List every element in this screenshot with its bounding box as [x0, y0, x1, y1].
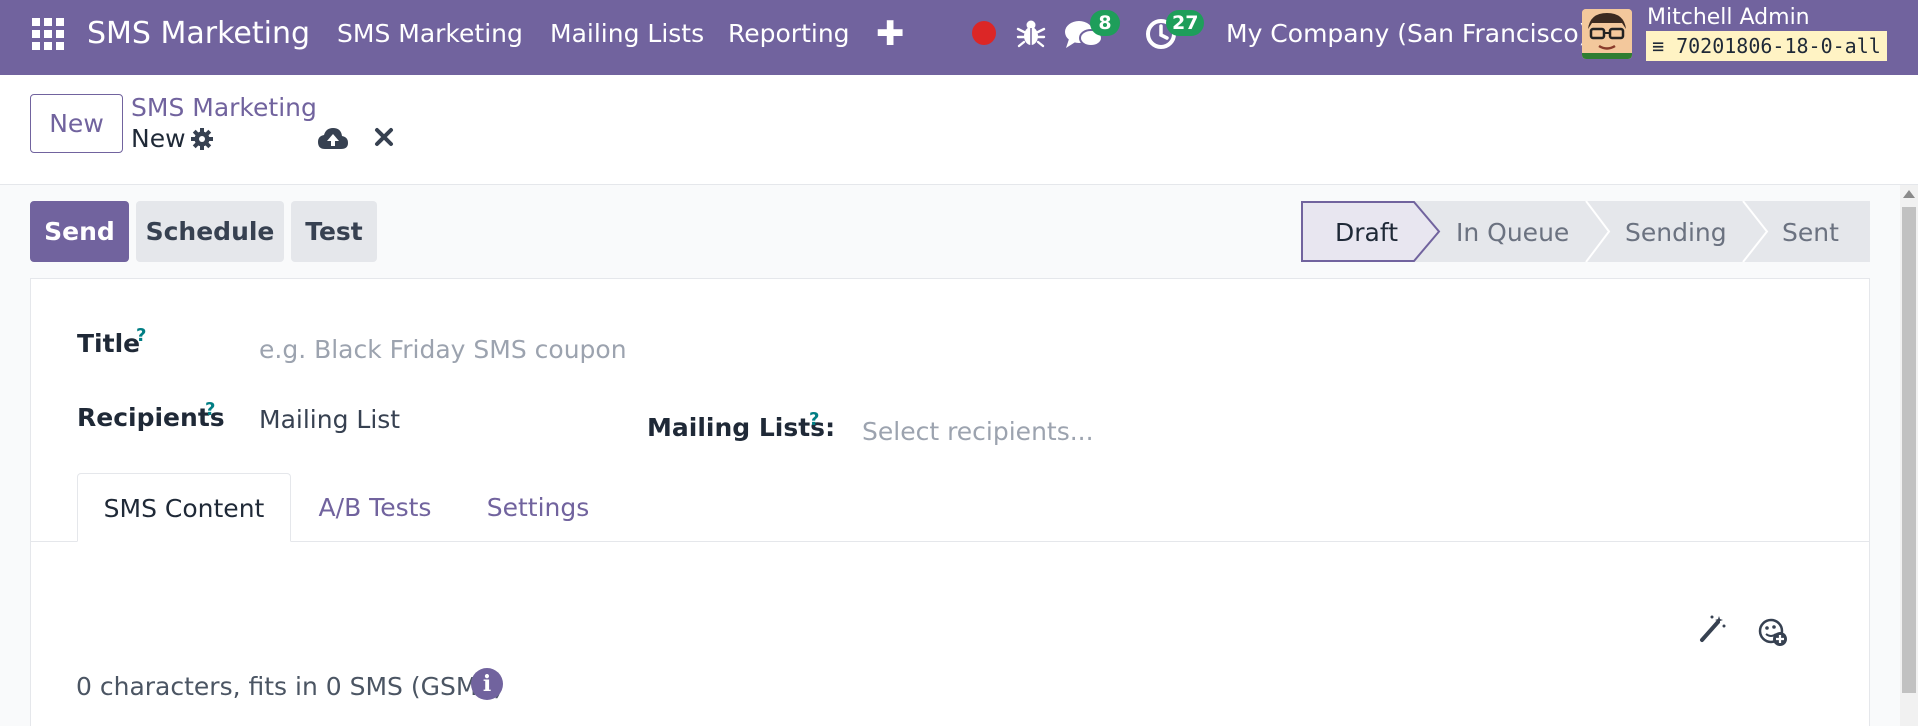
magic-wand-icon[interactable]	[1697, 614, 1727, 644]
database-icon: ≡	[1652, 34, 1665, 58]
company-switcher[interactable]: My Company (San Francisco)	[1226, 19, 1588, 48]
page-scrollbar-thumb[interactable]	[1902, 207, 1916, 693]
tab-ab-tests[interactable]: A/B Tests	[315, 473, 435, 542]
new-record-button[interactable]: New	[30, 94, 123, 153]
emoji-picker-icon[interactable]	[1758, 617, 1788, 647]
form-sheet: Title ? Recipients ? Mailing List Mailin…	[30, 278, 1870, 726]
tab-sms-content[interactable]: SMS Content	[77, 473, 291, 542]
mailing-lists-label: Mailing Lists:	[647, 413, 836, 442]
mailing-lists-help-icon[interactable]: ?	[809, 409, 819, 430]
test-button[interactable]: Test	[291, 201, 377, 262]
app-menu-icon[interactable]	[31, 17, 65, 51]
gear-icon[interactable]	[190, 127, 214, 151]
send-button[interactable]: Send	[30, 201, 129, 262]
sms-character-counter: 0 characters, fits in 0 SMS (GSM7)	[76, 672, 504, 701]
tab-settings[interactable]: Settings	[477, 473, 599, 542]
menu-mailing-lists[interactable]: Mailing Lists	[550, 19, 704, 48]
title-help-icon[interactable]: ?	[136, 325, 146, 346]
plus-icon[interactable]: ✚	[876, 14, 905, 54]
control-panel: New SMS Marketing New	[0, 75, 1918, 185]
status-bar: Draft In Queue Sending Sent	[1301, 201, 1870, 262]
menu-sms-marketing[interactable]: SMS Marketing	[337, 19, 523, 48]
top-navbar: SMS Marketing SMS Marketing Mailing List…	[0, 0, 1918, 75]
breadcrumb-current: New	[131, 124, 186, 153]
app-brand[interactable]: SMS Marketing	[87, 16, 310, 51]
info-icon[interactable]: i	[471, 668, 503, 700]
bug-icon[interactable]	[1016, 17, 1046, 49]
recipients-help-icon[interactable]: ?	[205, 399, 215, 420]
user-name[interactable]: Mitchell Admin	[1647, 5, 1810, 30]
stage-draft[interactable]: Draft	[1335, 218, 1398, 247]
recipients-label: Recipients	[77, 403, 225, 432]
breadcrumb-parent[interactable]: SMS Marketing	[131, 93, 317, 122]
database-name: 70201806-18-0-all	[1676, 34, 1881, 58]
title-label: Title	[77, 329, 141, 358]
tabs-divider	[31, 541, 1869, 542]
schedule-button[interactable]: Schedule	[136, 201, 284, 262]
messages-badge: 8	[1090, 10, 1120, 36]
menu-reporting[interactable]: Reporting	[728, 19, 850, 48]
activities-badge: 27	[1166, 10, 1205, 36]
title-input[interactable]	[259, 331, 959, 367]
user-avatar[interactable]	[1582, 9, 1632, 59]
stage-sending[interactable]: Sending	[1625, 218, 1727, 247]
discard-icon[interactable]	[372, 125, 396, 149]
recipients-select[interactable]: Mailing List	[259, 405, 400, 434]
save-cloud-icon[interactable]	[317, 125, 349, 153]
scroll-up-arrow-icon[interactable]	[1903, 190, 1915, 198]
mailing-lists-input[interactable]	[862, 413, 1462, 449]
stage-in-queue[interactable]: In Queue	[1456, 218, 1569, 247]
record-icon[interactable]	[972, 21, 996, 45]
database-badge: ≡ 70201806-18-0-all	[1646, 31, 1887, 61]
stage-sent[interactable]: Sent	[1782, 218, 1839, 247]
